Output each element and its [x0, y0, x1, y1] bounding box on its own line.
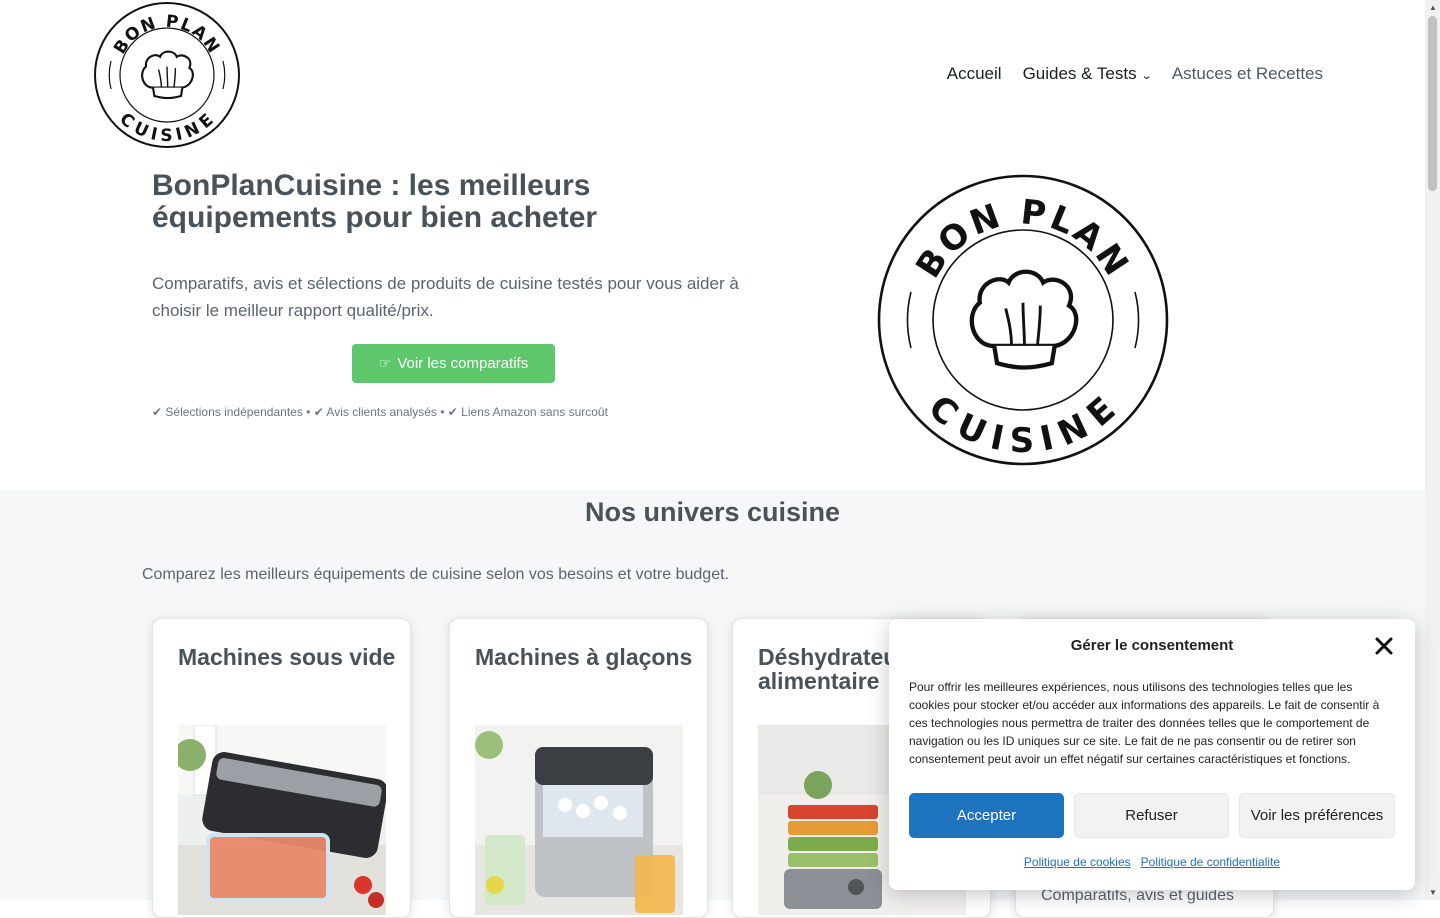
section-title: Nos univers cuisine — [584, 497, 841, 527]
view-preferences-button[interactable]: Voir les préférences — [1239, 793, 1395, 838]
main-nav: Accueil Guides & Tests ⌄ Astuces et Recet… — [926, 64, 1323, 84]
category-card-sous-vide[interactable]: Machines sous vide — [152, 618, 411, 918]
hero-logo: BON PLAN CUISINE — [877, 174, 1169, 466]
scroll-down-icon[interactable]: ▼ — [1429, 888, 1437, 897]
category-card-ice-machines[interactable]: Machines à glaçons — [449, 618, 708, 918]
deny-button[interactable]: Refuser — [1074, 793, 1229, 838]
chevron-down-icon: ⌄ — [1140, 70, 1153, 82]
card-title: Machines sous vide — [178, 644, 396, 670]
nav-guides-tests[interactable]: Guides & Tests ⌄ — [1022, 64, 1153, 84]
hero-description: Comparatifs, avis et sélections de produ… — [152, 274, 739, 320]
cookie-policy-link[interactable]: Politique de cookies — [1024, 855, 1131, 869]
nav-guides-tests-label: Guides & Tests — [1022, 64, 1137, 83]
section-subtitle: Comparez les meilleurs équipements de cu… — [142, 566, 729, 583]
privacy-policy-link[interactable]: Politique de confidentialite — [1141, 855, 1280, 869]
vacuum-sealer-image — [178, 725, 386, 915]
cookie-consent-dialog: Gérer le consentement Pour offrir les me… — [889, 619, 1415, 890]
hero-title: BonPlanCuisine : les meilleurs équipemen… — [152, 169, 598, 234]
page-scrollbar[interactable]: ▲ ▼ — [1425, 0, 1440, 900]
consent-title: Gérer le consentement — [1070, 637, 1234, 654]
trust-line: ✔ Sélections indépendantes • ✔ Avis clie… — [152, 405, 608, 419]
thumbs-up-icon: ☞ — [378, 355, 392, 371]
site-logo[interactable]: BON PLAN CUISINE — [93, 1, 241, 149]
nav-accueil[interactable]: Accueil — [947, 64, 1002, 84]
ice-maker-image — [475, 725, 683, 915]
consent-text: Pour offrir les meilleures expériences, … — [909, 680, 1380, 766]
scrollbar-thumb[interactable] — [1428, 16, 1437, 191]
close-icon[interactable] — [1373, 635, 1395, 657]
consent-links: Politique de cookies Politique de confid… — [889, 855, 1415, 869]
view-comparisons-button[interactable]: ☞ Voir les comparatifs — [352, 344, 555, 383]
accept-button[interactable]: Accepter — [909, 793, 1064, 838]
cta-label: Voir les comparatifs — [397, 355, 529, 372]
nav-astuces-recettes[interactable]: Astuces et Recettes — [1172, 64, 1323, 84]
card-title: Machines à glaçons — [475, 644, 693, 670]
scroll-up-icon[interactable]: ▲ — [1429, 3, 1437, 12]
